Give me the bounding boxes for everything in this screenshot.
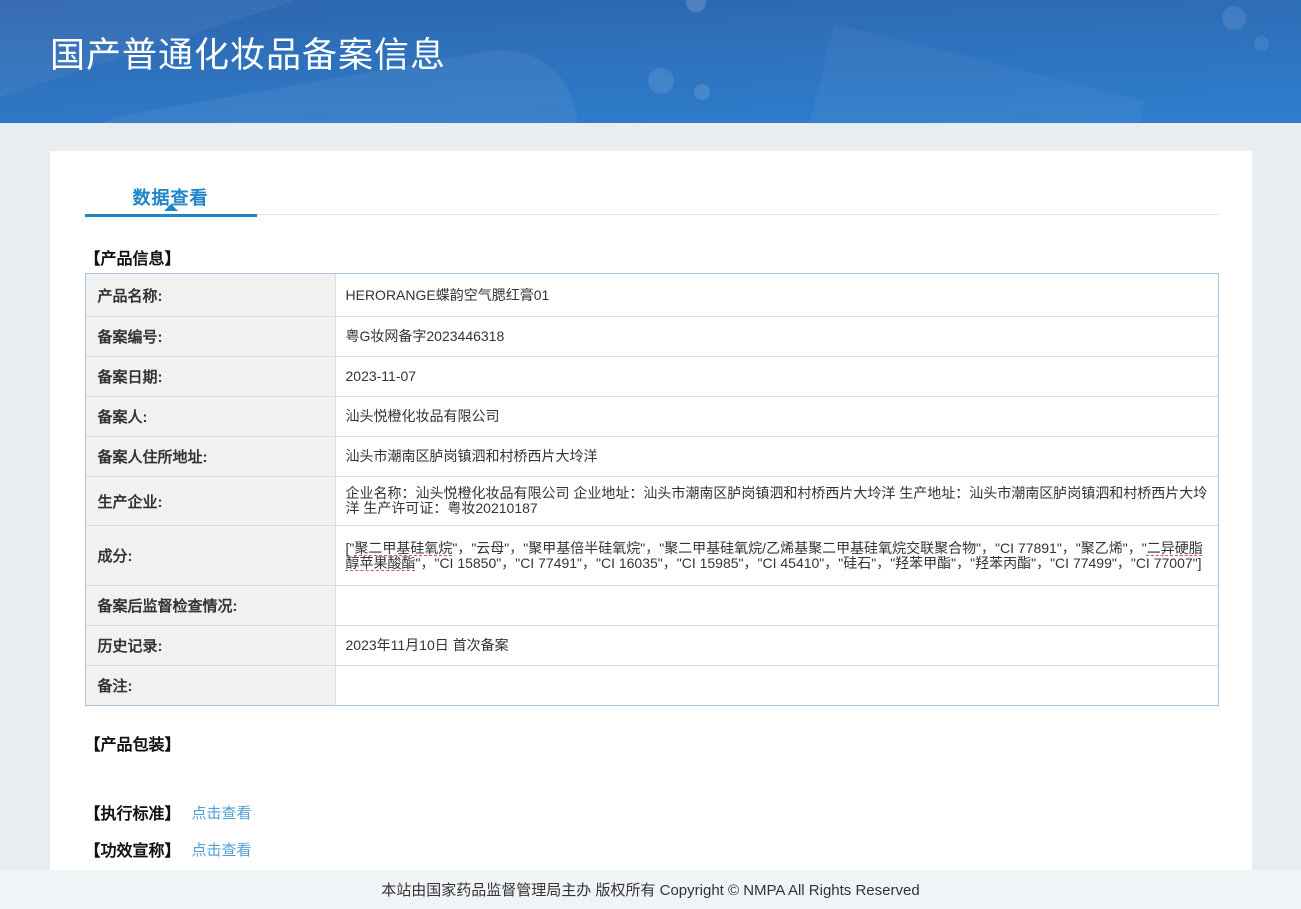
row-value: 2023年11月10日 首次备案	[346, 638, 509, 653]
header-decoration-dot	[694, 84, 710, 100]
footer-copyright-text: 本站由国家药品监督管理局主办 版权所有 Copyright © NMPA All…	[381, 879, 919, 900]
row-label: 历史记录:	[86, 626, 336, 665]
page-title: 国产普通化妆品备案信息	[0, 0, 1301, 78]
table-row-history: 历史记录: 2023年11月10日 首次备案	[86, 625, 1218, 665]
tab-data-view[interactable]: 数据查看	[85, 184, 257, 217]
row-label: 备案日期:	[86, 357, 336, 396]
row-label: 备案人:	[86, 397, 336, 436]
table-row-post-registration-inspection: 备案后监督检查情况:	[86, 585, 1218, 625]
row-value: 汕头市潮南区胪岗镇泗和村桥西片大坽洋	[346, 449, 598, 464]
product-info-table: 产品名称: HERORANGE蝶韵空气腮红膏01 备案编号: 粤G妆网备字202…	[85, 273, 1219, 706]
row-value: HERORANGE蝶韵空气腮红膏01	[346, 288, 550, 303]
row-value: 2023-11-07	[346, 369, 417, 384]
row-label: 生产企业:	[86, 477, 336, 525]
section-efficacy-claim: 【功效宣称】 点击查看	[85, 837, 1219, 861]
page-footer: 本站由国家药品监督管理局主办 版权所有 Copyright © NMPA All…	[0, 870, 1301, 909]
row-label: 备案人住所地址:	[86, 437, 336, 476]
table-row-ingredients: 成分: ["聚二甲基硅氧烷"，"云母"，"聚甲基倍半硅氧烷"，"聚二甲基硅氧烷/…	[86, 525, 1218, 585]
page-header-banner: 国产普通化妆品备案信息	[0, 0, 1301, 123]
spellcheck-marked-text: 聚二甲基硅氧烷	[354, 540, 452, 556]
table-row-remarks: 备注:	[86, 665, 1218, 705]
table-row-manufacturer: 生产企业: 企业名称：汕头悦橙化妆品有限公司 企业地址：汕头市潮南区胪岗镇泗和村…	[86, 476, 1218, 525]
tab-bar: 数据查看	[85, 185, 1219, 215]
section-execution-standard: 【执行标准】 点击查看	[85, 800, 1219, 824]
row-label: 备注:	[86, 666, 336, 705]
table-row-registration-date: 备案日期: 2023-11-07	[86, 356, 1218, 396]
tab-active-caret-icon	[164, 204, 178, 211]
row-value-ingredients: ["聚二甲基硅氧烷"，"云母"，"聚甲基倍半硅氧烷"，"聚二甲基硅氧烷/乙烯基聚…	[346, 541, 1208, 571]
row-value: 企业名称：汕头悦橙化妆品有限公司 企业地址：汕头市潮南区胪岗镇泗和村桥西片大坽洋…	[346, 486, 1208, 516]
section-title-efficacy: 【功效宣称】	[85, 837, 181, 861]
row-value: 汕头悦橙化妆品有限公司	[346, 409, 500, 424]
view-standard-link[interactable]: 点击查看	[192, 802, 252, 823]
content-card: 数据查看 【产品信息】 产品名称: HERORANGE蝶韵空气腮红膏01 备案编…	[50, 151, 1252, 870]
row-label: 成分:	[86, 526, 336, 585]
section-title-product-info: 【产品信息】	[85, 245, 1219, 269]
row-label: 产品名称:	[86, 274, 336, 316]
row-value: 粤G妆网备字2023446318	[346, 329, 505, 344]
section-title-standard: 【执行标准】	[85, 800, 181, 824]
table-row-registration-number: 备案编号: 粤G妆网备字2023446318	[86, 316, 1218, 356]
table-row-registrant: 备案人: 汕头悦橙化妆品有限公司	[86, 396, 1218, 436]
section-title-packaging: 【产品包装】	[85, 731, 1219, 755]
row-label: 备案编号:	[86, 317, 336, 356]
table-row-product-name: 产品名称: HERORANGE蝶韵空气腮红膏01	[86, 274, 1218, 316]
row-label: 备案后监督检查情况:	[86, 586, 336, 625]
table-row-registrant-address: 备案人住所地址: 汕头市潮南区胪岗镇泗和村桥西片大坽洋	[86, 436, 1218, 476]
view-efficacy-link[interactable]: 点击查看	[192, 839, 252, 860]
